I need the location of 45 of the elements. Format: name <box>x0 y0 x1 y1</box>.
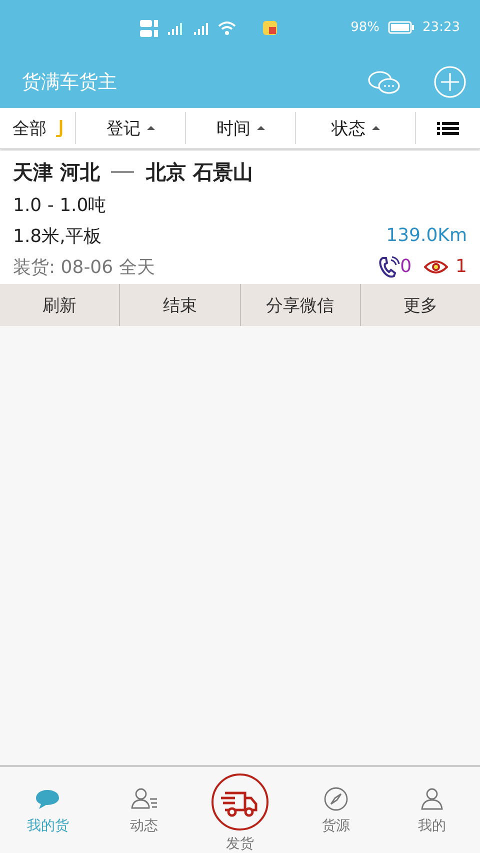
compass-icon <box>322 787 350 811</box>
nav-tab[interactable]: 动态 <box>96 767 192 853</box>
route-line-icon <box>110 169 136 175</box>
action-button[interactable]: 更多 <box>360 284 480 326</box>
chat-icon <box>368 68 400 94</box>
battery-icon <box>388 21 415 34</box>
wifi-icon <box>218 20 236 34</box>
vehicle-spec: 1.8米,平板 <box>13 224 102 248</box>
weight: 1.0 - 1.0吨 <box>13 194 106 216</box>
add-button[interactable] <box>434 66 466 98</box>
action-button[interactable]: 结束 <box>120 284 240 326</box>
action-button[interactable]: 刷新 <box>0 284 120 326</box>
sort-tab[interactable]: 状态 <box>296 112 416 144</box>
caret-up-icon <box>256 125 264 131</box>
chat-bubble-icon <box>34 787 62 811</box>
app-notification-icon <box>262 20 278 36</box>
chat-button[interactable] <box>368 68 400 94</box>
origin: 天津 河北 <box>13 158 100 186</box>
sort-tab[interactable]: 登记 <box>76 112 186 144</box>
battery-percent: 98% <box>350 20 380 35</box>
app-title: 货满车货主 <box>22 70 118 94</box>
contacts-icon <box>130 787 158 811</box>
filter-tab[interactable]: 全部 <box>0 112 76 144</box>
phone-icon <box>377 255 400 278</box>
list-icon <box>437 121 459 135</box>
caret-up-icon <box>146 125 154 131</box>
signal-icon <box>192 20 210 34</box>
caret-up-icon <box>372 125 380 131</box>
destination: 北京 石景山 <box>146 158 253 186</box>
clock: 23:23 <box>422 20 460 35</box>
action-button[interactable]: 分享微信 <box>240 284 361 326</box>
sort-tab[interactable]: 时间 <box>186 112 296 144</box>
hd-icon <box>140 18 158 38</box>
loading-time: 装货: 08-06 全天 <box>13 256 155 278</box>
eye-icon <box>424 258 448 276</box>
distance: 139.0Km <box>386 225 467 246</box>
nav-tab[interactable]: 货源 <box>288 767 384 853</box>
nav-tab[interactable]: 发货 <box>192 767 288 853</box>
truck-icon <box>211 773 269 831</box>
view-count: 1 <box>456 256 467 277</box>
nav-tab[interactable]: 我的 <box>384 767 480 853</box>
signal-icon <box>166 20 184 34</box>
add-icon <box>434 66 466 98</box>
person-icon <box>418 787 446 811</box>
call-count: 0 <box>400 256 412 277</box>
